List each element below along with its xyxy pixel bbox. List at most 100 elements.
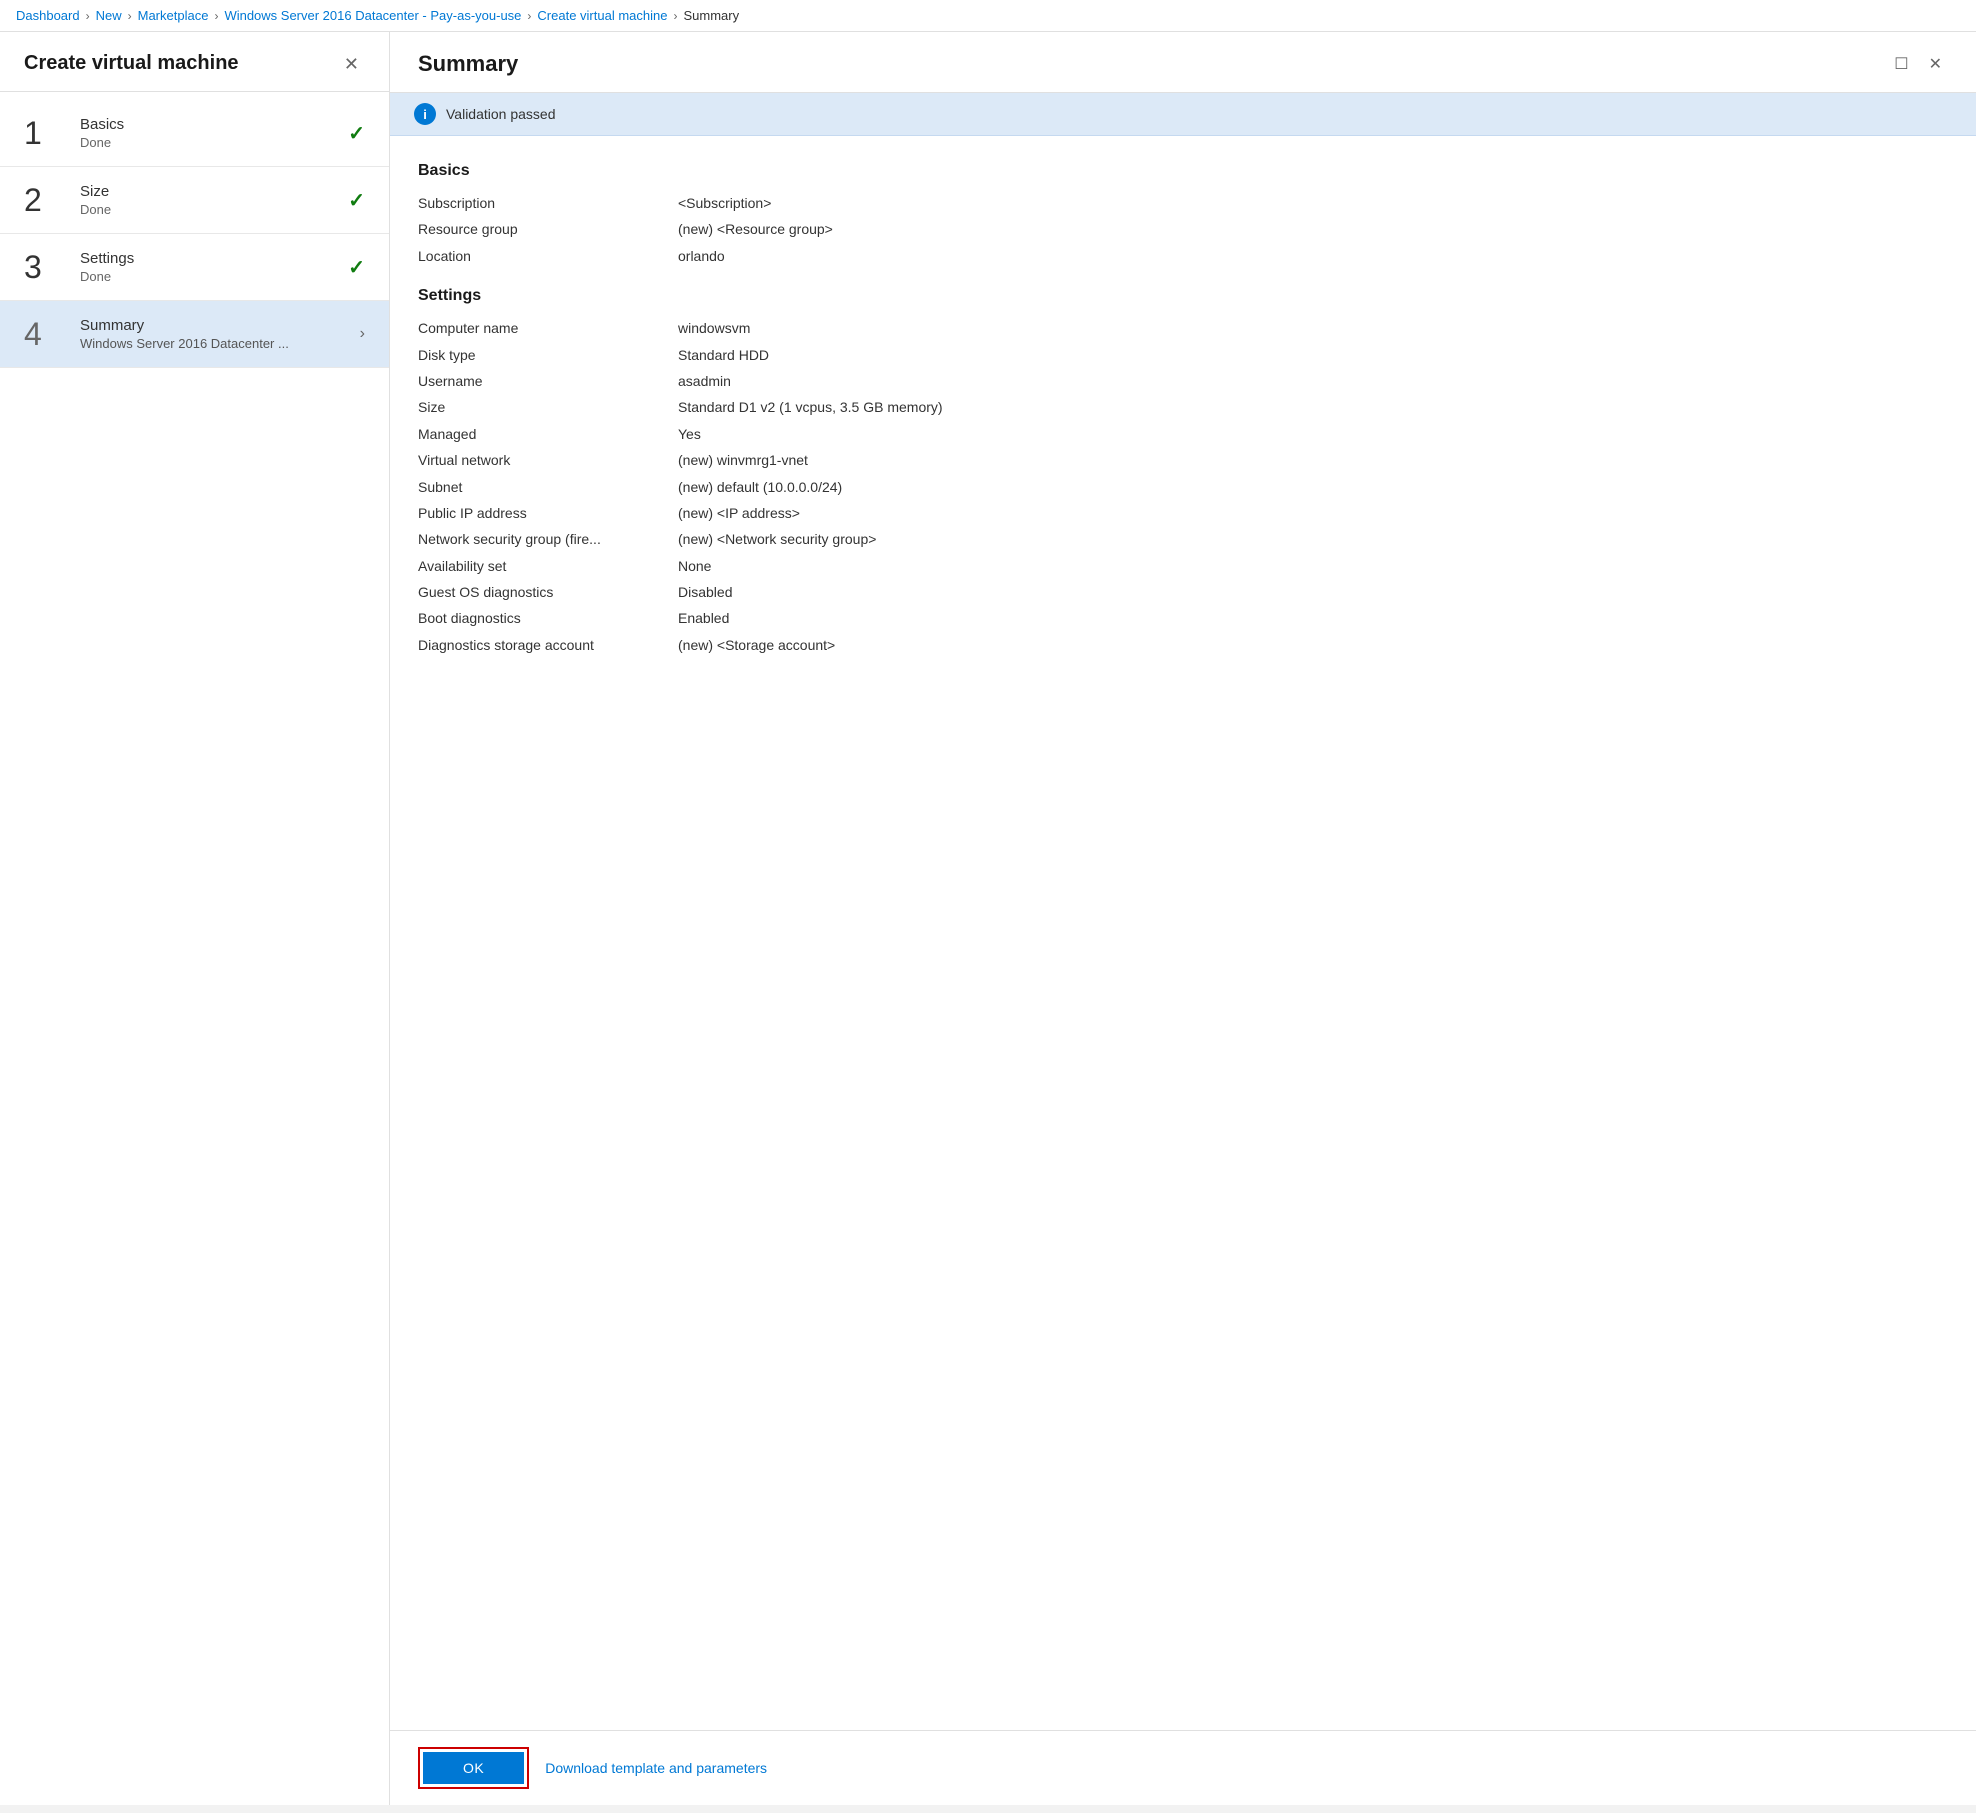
step-2-status: Done (80, 202, 348, 217)
subscription-value: <Subscription> (678, 192, 771, 214)
public-ip-row: Public IP address (new) <IP address> (418, 502, 1948, 524)
panel-header: Create virtual machine ✕ (0, 32, 389, 92)
breadcrumb: Dashboard › New › Marketplace › Windows … (0, 0, 1976, 32)
breadcrumb-create-vm[interactable]: Create virtual machine (537, 8, 667, 23)
step-1-status: Done (80, 135, 348, 150)
computer-name-value: windowsvm (678, 317, 750, 339)
virtual-network-value: (new) winvmrg1-vnet (678, 449, 808, 471)
maximize-button[interactable]: ☐ (1888, 50, 1914, 78)
summary-content: Basics Subscription <Subscription> Resou… (390, 136, 1976, 1730)
step-4-info: Summary Windows Server 2016 Datacenter .… (80, 317, 360, 351)
availability-set-label: Availability set (418, 555, 678, 577)
panel-title: Create virtual machine (24, 52, 239, 75)
info-icon: i (414, 103, 436, 125)
breadcrumb-dashboard[interactable]: Dashboard (16, 8, 80, 23)
computer-name-row: Computer name windowsvm (418, 317, 1948, 339)
step-4-item[interactable]: 4 Summary Windows Server 2016 Datacenter… (0, 301, 389, 368)
right-panel-title: Summary (418, 51, 518, 77)
basics-section-title: Basics (418, 162, 1948, 180)
nsg-row: Network security group (fire... (new) <N… (418, 528, 1948, 550)
diagnostics-storage-label: Diagnostics storage account (418, 634, 678, 656)
steps-list: 1 Basics Done ✓ 2 Size Done ✓ 3 (0, 92, 389, 1805)
guest-os-diagnostics-value: Disabled (678, 581, 732, 603)
left-panel-close-button[interactable]: ✕ (338, 53, 365, 75)
resource-group-value: (new) <Resource group> (678, 218, 833, 240)
guest-os-diagnostics-label: Guest OS diagnostics (418, 581, 678, 603)
diagnostics-storage-row: Diagnostics storage account (new) <Stora… (418, 634, 1948, 656)
breadcrumb-sep-3: › (214, 9, 218, 23)
step-3-name: Settings (80, 250, 348, 267)
username-label: Username (418, 370, 678, 392)
step-1-number: 1 (24, 117, 72, 149)
username-row: Username asadmin (418, 370, 1948, 392)
guest-os-diagnostics-row: Guest OS diagnostics Disabled (418, 581, 1948, 603)
right-panel-close-button[interactable]: ✕ (1923, 50, 1948, 78)
breadcrumb-new[interactable]: New (96, 8, 122, 23)
download-template-link[interactable]: Download template and parameters (545, 1760, 767, 1776)
step-3-info: Settings Done (80, 250, 348, 284)
disk-type-value: Standard HDD (678, 344, 769, 366)
breadcrumb-sep-4: › (527, 9, 531, 23)
breadcrumb-current: Summary (683, 8, 739, 23)
settings-section-title: Settings (418, 287, 1948, 305)
breadcrumb-product[interactable]: Windows Server 2016 Datacenter - Pay-as-… (224, 8, 521, 23)
size-value: Standard D1 v2 (1 vcpus, 3.5 GB memory) (678, 396, 943, 418)
managed-row: Managed Yes (418, 423, 1948, 445)
computer-name-label: Computer name (418, 317, 678, 339)
validation-banner: i Validation passed (390, 93, 1976, 136)
boot-diagnostics-row: Boot diagnostics Enabled (418, 607, 1948, 629)
step-1-item[interactable]: 1 Basics Done ✓ (0, 100, 389, 167)
step-2-checkmark-icon: ✓ (348, 188, 365, 213)
step-1-info: Basics Done (80, 116, 348, 150)
right-panel: Summary ☐ ✕ i Validation passed Basics S… (390, 32, 1976, 1805)
right-footer: OK Download template and parameters (390, 1730, 1976, 1805)
location-label: Location (418, 245, 678, 267)
left-panel: Create virtual machine ✕ 1 Basics Done ✓… (0, 32, 390, 1805)
step-3-checkmark-icon: ✓ (348, 255, 365, 280)
resource-group-row: Resource group (new) <Resource group> (418, 218, 1948, 240)
size-row: Size Standard D1 v2 (1 vcpus, 3.5 GB mem… (418, 396, 1948, 418)
breadcrumb-sep-2: › (128, 9, 132, 23)
resource-group-label: Resource group (418, 218, 678, 240)
subscription-row: Subscription <Subscription> (418, 192, 1948, 214)
availability-set-value: None (678, 555, 711, 577)
managed-value: Yes (678, 423, 701, 445)
subnet-label: Subnet (418, 476, 678, 498)
managed-label: Managed (418, 423, 678, 445)
location-row: Location orlando (418, 245, 1948, 267)
step-4-status: Windows Server 2016 Datacenter ... (80, 336, 360, 351)
step-2-number: 2 (24, 184, 72, 216)
disk-type-row: Disk type Standard HDD (418, 344, 1948, 366)
availability-set-row: Availability set None (418, 555, 1948, 577)
step-2-name: Size (80, 183, 348, 200)
size-label: Size (418, 396, 678, 418)
diagnostics-storage-value: (new) <Storage account> (678, 634, 835, 656)
subnet-row: Subnet (new) default (10.0.0.0/24) (418, 476, 1948, 498)
step-1-name: Basics (80, 116, 348, 133)
breadcrumb-marketplace[interactable]: Marketplace (138, 8, 209, 23)
subnet-value: (new) default (10.0.0.0/24) (678, 476, 842, 498)
breadcrumb-sep-5: › (673, 9, 677, 23)
ok-button-wrapper: OK (418, 1747, 529, 1789)
subscription-label: Subscription (418, 192, 678, 214)
right-panel-actions: ☐ ✕ (1888, 50, 1948, 78)
step-4-chevron-icon: › (360, 325, 365, 343)
nsg-value: (new) <Network security group> (678, 528, 876, 550)
location-value: orlando (678, 245, 725, 267)
virtual-network-label: Virtual network (418, 449, 678, 471)
ok-button[interactable]: OK (423, 1752, 524, 1784)
step-3-number: 3 (24, 251, 72, 283)
step-4-name: Summary (80, 317, 360, 334)
step-4-number: 4 (24, 318, 72, 350)
step-1-checkmark-icon: ✓ (348, 121, 365, 146)
step-3-status: Done (80, 269, 348, 284)
main-layout: Create virtual machine ✕ 1 Basics Done ✓… (0, 32, 1976, 1805)
disk-type-label: Disk type (418, 344, 678, 366)
breadcrumb-sep-1: › (86, 9, 90, 23)
virtual-network-row: Virtual network (new) winvmrg1-vnet (418, 449, 1948, 471)
step-2-info: Size Done (80, 183, 348, 217)
validation-text: Validation passed (446, 106, 555, 122)
step-3-item[interactable]: 3 Settings Done ✓ (0, 234, 389, 301)
username-value: asadmin (678, 370, 731, 392)
step-2-item[interactable]: 2 Size Done ✓ (0, 167, 389, 234)
